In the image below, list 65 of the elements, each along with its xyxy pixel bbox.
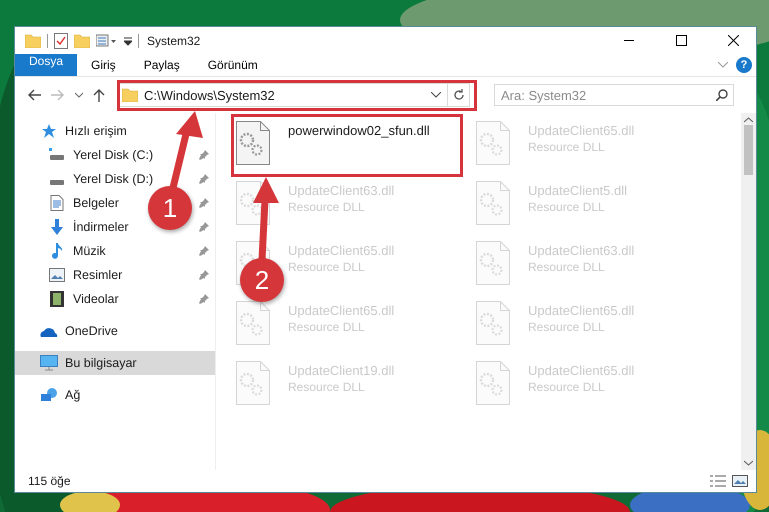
expand-ribbon-icon[interactable]: [718, 62, 728, 68]
sidebar-item[interactable]: OneDrive: [15, 319, 215, 343]
ribbon-tab[interactable]: Paylaş: [130, 54, 194, 76]
minimize-icon: [624, 40, 634, 41]
search-icon[interactable]: [716, 89, 728, 101]
sidebar-item[interactable]: İndirmeler: [73, 220, 129, 234]
close-icon: [728, 35, 738, 46]
folder-icon: [122, 88, 138, 102]
view-menu-icon[interactable]: [96, 34, 118, 48]
sidebar-item[interactable]: Bu bilgisayar: [15, 351, 215, 375]
music-note-icon: [50, 243, 64, 259]
recent-locations-button[interactable]: [73, 90, 85, 100]
properties-icon[interactable]: [54, 32, 68, 48]
new-folder-icon: [74, 34, 90, 48]
scroll-up-icon[interactable]: [744, 117, 753, 123]
file-gears-icon: [476, 241, 510, 285]
sidebar-item-label: Hızlı erişim: [65, 124, 127, 138]
file-gears-icon: [476, 301, 510, 345]
sidebar-item[interactable]: Ağ: [15, 383, 215, 407]
window-title: System32: [147, 34, 202, 48]
ribbon-tab[interactable]: Görünüm: [194, 54, 272, 76]
file-gears-icon: [476, 121, 510, 165]
document-icon: [50, 195, 64, 211]
film-icon: [50, 291, 64, 307]
dropdown-icon[interactable]: [431, 92, 441, 98]
sidebar-item-label: OneDrive: [65, 324, 118, 338]
sidebar-item[interactable]: Videolar: [73, 292, 119, 306]
sidebar-item[interactable]: Yerel Disk (C:): [73, 148, 154, 162]
file-name[interactable]: powerwindow02_sfun.dll: [288, 123, 430, 138]
picture-icon: [49, 268, 65, 282]
address-bar[interactable]: C:\Windows\System32: [117, 83, 470, 107]
ribbon-tab[interactable]: Giriş: [77, 54, 130, 76]
monitor-icon: [40, 355, 58, 371]
details-view-icon[interactable]: [710, 475, 726, 487]
sidebar-item[interactable]: Yerel Disk (D:): [73, 172, 154, 186]
download-icon: [49, 219, 65, 235]
scroll-down-icon[interactable]: [744, 460, 753, 466]
file-gears-icon: [236, 301, 270, 345]
drive-icon: [49, 148, 65, 162]
search-field[interactable]: Ara: System32: [494, 84, 734, 106]
file-gears-icon: [236, 121, 270, 165]
folder-icon: [25, 34, 41, 48]
maximize-icon: [676, 35, 686, 46]
star-icon: [41, 123, 57, 139]
sidebar-item[interactable]: Belgeler: [73, 196, 119, 210]
cloud-icon: [40, 325, 58, 337]
sidebar-item[interactable]: Hızlı erişim: [15, 119, 215, 143]
scroll-thumb[interactable]: [744, 125, 753, 175]
caret-icon[interactable]: [124, 36, 132, 46]
sidebar-item-label: Ağ: [65, 388, 80, 402]
file-gears-icon: [476, 181, 510, 225]
help-button[interactable]: ?: [736, 57, 752, 73]
file-tab[interactable]: Dosya: [15, 54, 78, 76]
item-count: 115 öğe: [28, 474, 72, 488]
network-icon: [40, 387, 58, 403]
refresh-icon: [452, 89, 464, 101]
file-gears-icon: [236, 361, 270, 405]
scrollbar[interactable]: [741, 113, 756, 470]
drive-icon: [50, 180, 64, 184]
address-path: C:\Windows\System32: [144, 88, 275, 102]
large-icons-view-icon[interactable]: [732, 475, 748, 487]
file-gears-icon: [476, 361, 510, 405]
sidebar-item[interactable]: Resimler: [73, 268, 122, 282]
sidebar-item[interactable]: Müzik: [73, 244, 106, 258]
sidebar-item-label: Bu bilgisayar: [65, 356, 137, 370]
